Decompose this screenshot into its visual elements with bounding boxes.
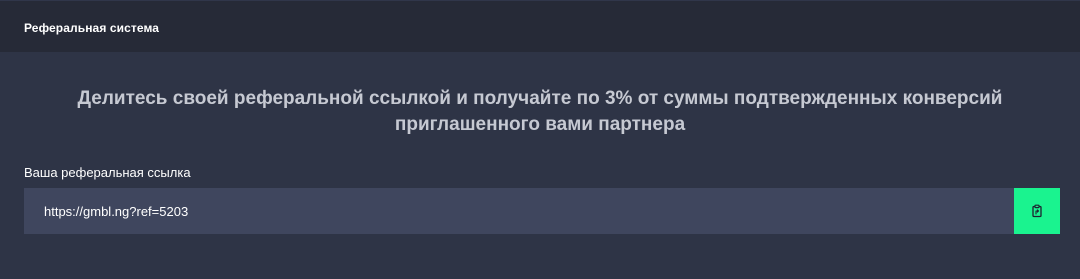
referral-link-label: Ваша реферальная ссылка (24, 165, 191, 180)
referral-link-input[interactable] (24, 188, 1014, 234)
panel-title: Реферальная система (24, 21, 160, 35)
referral-panel: Реферальная система Делитесь своей рефер… (0, 0, 1080, 279)
headline-line-2: приглашенного вами партнера (394, 114, 686, 135)
panel-header: Реферальная система (0, 0, 1080, 52)
headline-line-1: Делитесь своей реферальной ссылкой и пол… (77, 88, 1003, 109)
referral-headline: Делитесь своей реферальной ссылкой и пол… (0, 86, 1080, 138)
clipboard-copy-icon (1030, 204, 1044, 218)
copy-link-button[interactable] (1014, 188, 1060, 234)
